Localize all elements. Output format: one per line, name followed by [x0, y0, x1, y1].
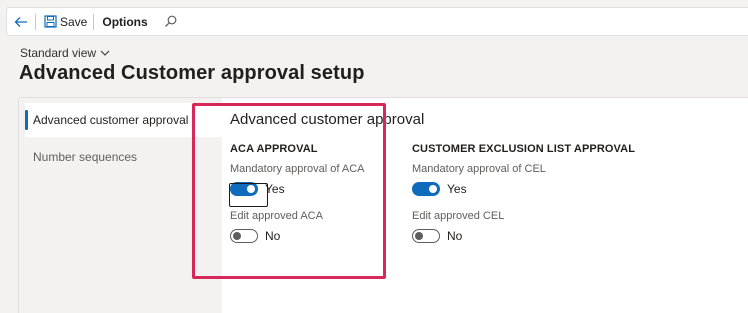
- toggle-knob: [429, 185, 437, 193]
- field-label: Mandatory approval of CEL: [412, 163, 546, 175]
- action-pane: Save Options: [6, 7, 748, 36]
- form-container: Advanced customer approval Number sequen…: [18, 97, 748, 313]
- tab-advanced-customer-approval[interactable]: Advanced customer approval: [25, 103, 222, 137]
- tab-number-sequences[interactable]: Number sequences: [25, 140, 222, 174]
- cel-approval-group: CUSTOMER EXCLUSION LIST APPROVAL Mandato…: [412, 143, 672, 245]
- options-button[interactable]: Options: [94, 8, 157, 35]
- view-selector[interactable]: Standard view: [20, 46, 110, 60]
- mandatory-approval-cel-toggle[interactable]: Yes: [412, 180, 672, 198]
- toggle-value: No: [447, 229, 463, 243]
- toggle-switch-on[interactable]: [412, 182, 440, 196]
- toggle-knob: [415, 232, 423, 240]
- field-label: Edit approved ACA: [230, 210, 323, 222]
- tab-label: Advanced customer approval: [33, 113, 189, 127]
- save-button[interactable]: Save: [36, 8, 93, 35]
- toggle-switch-off[interactable]: [230, 229, 258, 243]
- toggle-knob: [233, 232, 241, 240]
- toggle-value: No: [265, 229, 281, 243]
- toggle-value: Yes: [447, 182, 467, 196]
- toggle-knob: [247, 185, 255, 193]
- search-button[interactable]: [158, 8, 184, 35]
- vertical-tabs: Advanced customer approval Number sequen…: [19, 98, 222, 313]
- field-label: Edit approved CEL: [412, 210, 505, 222]
- search-icon: [165, 15, 177, 27]
- edit-approved-aca-toggle[interactable]: No: [230, 227, 430, 245]
- view-label: Standard view: [20, 46, 97, 60]
- section-title: Advanced customer approval: [230, 111, 425, 128]
- back-arrow-icon: [14, 16, 27, 27]
- group-heading: ACA APPROVAL: [230, 143, 318, 155]
- page-title: Advanced Customer approval setup: [19, 62, 365, 84]
- group-heading: CUSTOMER EXCLUSION LIST APPROVAL: [412, 143, 636, 155]
- toggle-value: Yes: [265, 182, 285, 196]
- toggle-switch-off[interactable]: [412, 229, 440, 243]
- floppy-disk-icon: [44, 15, 57, 28]
- edit-approved-cel-toggle[interactable]: No: [412, 227, 672, 245]
- field-label: Mandatory approval of ACA: [230, 163, 365, 175]
- save-label: Save: [60, 14, 88, 29]
- back-button[interactable]: [7, 8, 35, 35]
- tab-label: Number sequences: [33, 150, 138, 164]
- aca-approval-group: ACA APPROVAL Mandatory approval of ACA Y…: [230, 143, 430, 245]
- toggle-switch-on[interactable]: [230, 182, 258, 196]
- mandatory-approval-aca-toggle[interactable]: Yes: [230, 180, 430, 198]
- chevron-down-icon: [100, 50, 110, 56]
